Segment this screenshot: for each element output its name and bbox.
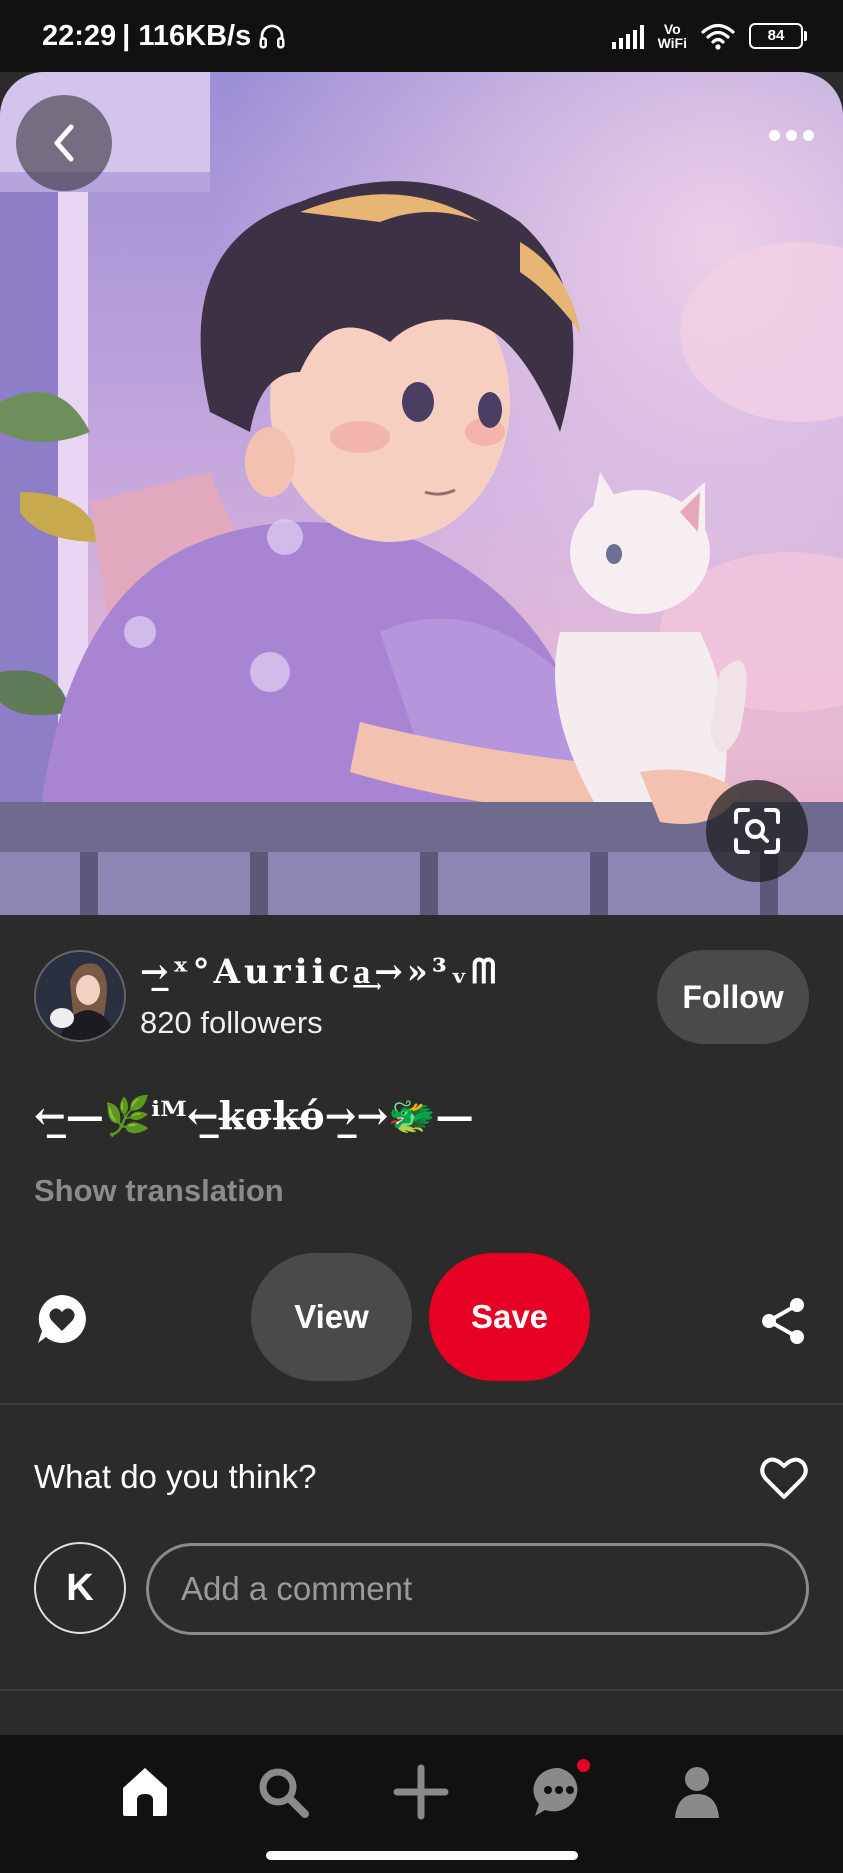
more-options-button[interactable] bbox=[761, 115, 821, 155]
comment-button[interactable] bbox=[34, 1291, 94, 1351]
show-translation-link[interactable]: Show translation bbox=[34, 1173, 284, 1209]
view-button[interactable]: View bbox=[251, 1253, 412, 1381]
back-button[interactable] bbox=[16, 95, 112, 191]
vowifi-line2: WiFi bbox=[657, 35, 687, 51]
pin-title: ←̲—🌿ⁱᴹ←̲k̶σ̶k̶ό̶→̲→🐲— bbox=[34, 1093, 474, 1138]
cell-signal-icon bbox=[611, 23, 644, 49]
home-icon bbox=[123, 1768, 167, 1816]
creator-avatar[interactable] bbox=[34, 950, 126, 1042]
pin-image[interactable] bbox=[0, 72, 843, 915]
comments-prompt: What do you think? bbox=[34, 1458, 317, 1495]
visual-search-button[interactable] bbox=[706, 780, 808, 882]
nav-messages[interactable] bbox=[524, 1757, 594, 1827]
divider bbox=[0, 1403, 843, 1405]
status-left: 22:29 | 116KB/s bbox=[42, 20, 287, 53]
creator-avatar-image bbox=[36, 952, 124, 1040]
more-horizontal-icon bbox=[768, 129, 780, 141]
chevron-left-icon bbox=[54, 124, 74, 162]
battery-icon: 84 bbox=[749, 23, 807, 49]
heart-outline-icon bbox=[760, 1457, 808, 1499]
follow-button[interactable]: Follow bbox=[657, 950, 809, 1044]
search-icon bbox=[259, 1768, 309, 1818]
create-plus-icon bbox=[393, 1764, 449, 1820]
vowifi-line1: Vo bbox=[663, 21, 681, 37]
clock: 22:29 bbox=[42, 19, 117, 52]
network-speed: | 116KB/s bbox=[122, 19, 252, 52]
profile-icon bbox=[675, 1767, 719, 1818]
battery-level: 84 bbox=[767, 27, 785, 44]
divider bbox=[0, 1689, 843, 1691]
headphones-icon bbox=[259, 24, 285, 49]
nav-profile[interactable] bbox=[662, 1757, 732, 1827]
home-indicator bbox=[266, 1851, 578, 1860]
status-bar: 22:29 | 116KB/s Vo WiFi 84 bbox=[0, 0, 843, 72]
vowifi-indicator: Vo WiFi bbox=[658, 22, 687, 50]
share-button[interactable] bbox=[757, 1295, 809, 1347]
share-icon bbox=[762, 1298, 804, 1344]
notification-badge bbox=[577, 1759, 590, 1772]
visual-search-icon bbox=[734, 808, 780, 854]
status-right: Vo WiFi 84 bbox=[611, 22, 807, 50]
comment-heart-icon bbox=[38, 1295, 86, 1343]
pin-illustration bbox=[0, 72, 843, 915]
nav-search[interactable] bbox=[248, 1757, 318, 1827]
creator-row: →̲ˣ°Auriica̲͢→»³ᵥᗰ 820 followers Follow bbox=[34, 950, 809, 1046]
action-bar: View Save bbox=[0, 1253, 843, 1383]
nav-create[interactable] bbox=[386, 1757, 456, 1827]
save-button[interactable]: Save bbox=[429, 1253, 590, 1381]
messages-icon bbox=[533, 1767, 578, 1816]
creator-name[interactable]: →̲ˣ°Auriica̲͢→»³ᵥᗰ bbox=[140, 952, 500, 992]
nav-home[interactable] bbox=[110, 1757, 180, 1827]
current-user-avatar[interactable]: K bbox=[34, 1542, 126, 1634]
creator-followers: 820 followers bbox=[140, 1005, 323, 1040]
add-comment-input[interactable] bbox=[146, 1543, 809, 1635]
react-button[interactable] bbox=[759, 1455, 809, 1501]
wifi-icon bbox=[701, 23, 735, 50]
